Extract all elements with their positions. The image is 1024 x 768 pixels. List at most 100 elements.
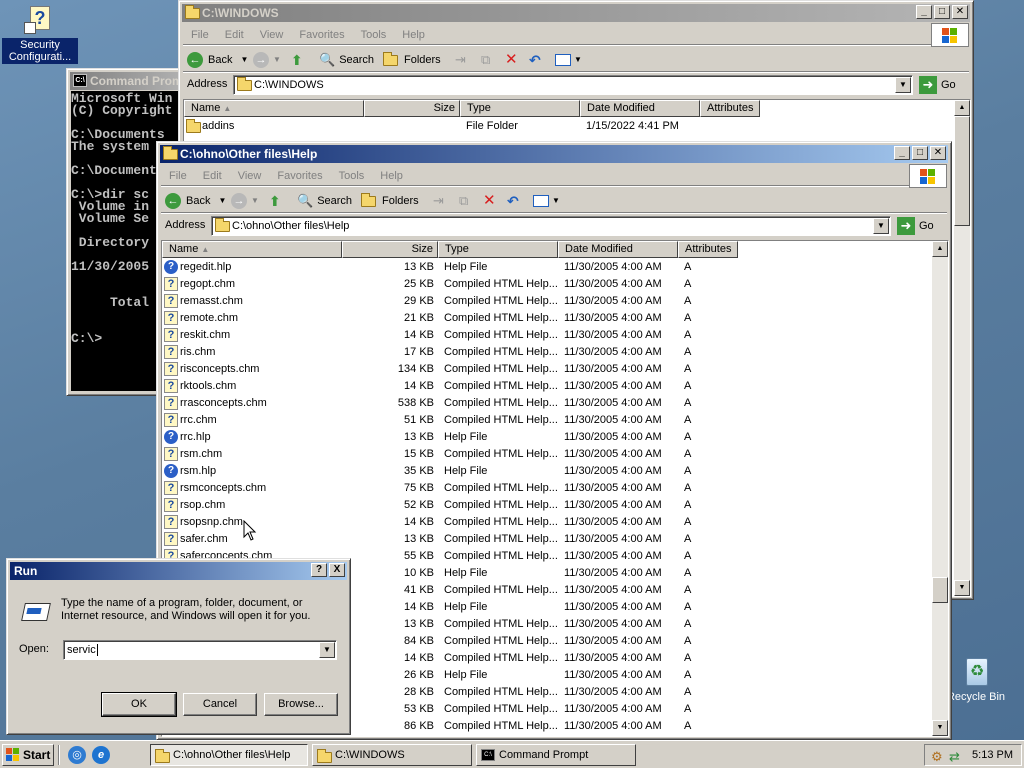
back-button[interactable]: ← Back ▼ xyxy=(187,51,248,69)
menu-item-favorites[interactable]: Favorites xyxy=(299,29,344,41)
title-bar[interactable]: C:\ Command Prompt xyxy=(70,72,192,90)
file-row[interactable]: ? rsopsnp.chm 14 KB Compiled HTML Help... 11… xyxy=(162,514,934,531)
chevron-down-icon[interactable]: ▼ xyxy=(319,642,335,658)
address-field[interactable]: C:\ohno\Other files\Help ▼ xyxy=(211,216,891,236)
file-row[interactable]: addins File Folder 1/15/2022 4:41 PM xyxy=(184,118,956,135)
column-header-attributes[interactable]: Attributes xyxy=(678,241,738,258)
file-row[interactable]: ? remote.chm 21 KB Compiled HTML Help... 11/… xyxy=(162,310,934,327)
address-field[interactable]: C:\WINDOWS ▼ xyxy=(233,75,913,95)
chevron-down-icon[interactable]: ▼ xyxy=(895,77,911,93)
maximize-button[interactable]: □ xyxy=(934,5,950,19)
file-row[interactable]: ? rrc.chm 51 KB Compiled HTML Help... 11/30/… xyxy=(162,412,934,429)
desktop-icon-security-config[interactable]: ? ↗ Security Configurati... xyxy=(2,4,78,64)
open-input[interactable]: servic xyxy=(67,644,96,656)
go-button[interactable]: ➜ Go xyxy=(897,217,934,235)
task-button-command-prompt[interactable]: C:\ Command Prompt xyxy=(476,744,636,766)
ok-button[interactable]: OK xyxy=(101,692,177,717)
column-header-size[interactable]: Size xyxy=(342,241,438,258)
title-bar[interactable]: C:\ohno\Other files\Help _ □ ✕ xyxy=(160,145,948,163)
views-button[interactable]: ▼ xyxy=(533,192,560,210)
go-button[interactable]: ➜ Go xyxy=(919,76,956,94)
vertical-scrollbar[interactable]: ▲ ▼ xyxy=(932,241,948,736)
up-folder-button[interactable]: ⬆ xyxy=(269,192,281,210)
security-tray-icon[interactable]: ⚙ xyxy=(931,747,943,767)
chevron-down-icon[interactable]: ▼ xyxy=(251,192,259,210)
file-row[interactable]: ? regopt.chm 25 KB Compiled HTML Help... 11/… xyxy=(162,276,934,293)
scroll-down-button[interactable]: ▼ xyxy=(954,580,970,596)
menu-item-view[interactable]: View xyxy=(238,170,262,182)
menu-item-favorites[interactable]: Favorites xyxy=(277,170,322,182)
file-row[interactable]: ? rktools.chm 14 KB Compiled HTML Help... 11… xyxy=(162,378,934,395)
forward-button[interactable]: → ▼ xyxy=(231,192,259,210)
file-row[interactable]: ? ris.chm 17 KB Compiled HTML Help... 11/30/… xyxy=(162,344,934,361)
file-row[interactable]: ? safer.chm 13 KB Compiled HTML Help... 11/3… xyxy=(162,531,934,548)
close-button[interactable]: X xyxy=(329,563,345,577)
browse-button[interactable]: Browse... xyxy=(264,693,338,716)
menu-item-view[interactable]: View xyxy=(260,29,284,41)
folders-button[interactable]: Folders xyxy=(361,192,419,210)
file-row[interactable]: ? regedit.hlp 13 KB Help File 11/30/2005 4:0… xyxy=(162,259,934,276)
scroll-thumb[interactable] xyxy=(932,577,948,603)
vertical-scrollbar[interactable]: ▲ ▼ xyxy=(954,100,970,596)
menu-item-help[interactable]: Help xyxy=(380,170,403,182)
column-header-date[interactable]: Date Modified xyxy=(558,241,678,258)
search-button[interactable]: 🔍 Search xyxy=(319,51,374,69)
column-header-size[interactable]: Size xyxy=(364,100,460,117)
menu-item-tools[interactable]: Tools xyxy=(361,29,387,41)
file-row[interactable]: ? rsmconcepts.chm 75 KB Compiled HTML Help.… xyxy=(162,480,934,497)
chevron-down-icon[interactable]: ▼ xyxy=(273,51,281,69)
views-button[interactable]: ▼ xyxy=(555,51,582,69)
back-button[interactable]: ← Back ▼ xyxy=(165,192,226,210)
file-row[interactable]: ? rrc.hlp 13 KB Help File 11/30/2005 4:00 AM… xyxy=(162,429,934,446)
chevron-down-icon[interactable]: ▼ xyxy=(873,218,889,234)
minimize-button[interactable]: _ xyxy=(894,146,910,160)
column-header-type[interactable]: Type xyxy=(460,100,580,117)
clock[interactable]: 5:13 PM xyxy=(972,745,1013,765)
file-row[interactable]: ? rsm.hlp 35 KB Help File 11/30/2005 4:00 AM… xyxy=(162,463,934,480)
chevron-down-icon[interactable]: ▼ xyxy=(240,51,248,69)
scroll-up-button[interactable]: ▲ xyxy=(932,241,948,257)
file-row[interactable]: ? rrasconcepts.chm 538 KB Compiled HTML Hel… xyxy=(162,395,934,412)
delete-icon[interactable]: ✕ xyxy=(505,51,518,69)
file-row[interactable]: ? remasst.chm 29 KB Compiled HTML Help... 11… xyxy=(162,293,934,310)
file-row[interactable]: ? risconcepts.chm 134 KB Compiled HTML Help… xyxy=(162,361,934,378)
task-button-help-folder[interactable]: C:\ohno\Other files\Help xyxy=(150,744,308,766)
chevron-down-icon[interactable]: ▼ xyxy=(218,192,226,210)
scroll-up-button[interactable]: ▲ xyxy=(954,100,970,116)
file-row[interactable]: ? rsop.chm 52 KB Compiled HTML Help... 11/30… xyxy=(162,497,934,514)
column-header-date[interactable]: Date Modified xyxy=(580,100,700,117)
up-folder-button[interactable]: ⬆ xyxy=(291,51,303,69)
menu-item-edit[interactable]: Edit xyxy=(225,29,244,41)
menu-item-tools[interactable]: Tools xyxy=(339,170,365,182)
title-bar[interactable]: C:\WINDOWS _ □ ✕ xyxy=(182,4,970,22)
help-button[interactable]: ? xyxy=(311,563,327,577)
column-header-name[interactable]: Name ▲ xyxy=(162,241,342,258)
undo-icon[interactable]: ↶ xyxy=(507,192,519,210)
task-button-windows-folder[interactable]: C:\WINDOWS xyxy=(312,744,472,766)
delete-icon[interactable]: ✕ xyxy=(483,192,496,210)
internet-explorer-icon[interactable]: e xyxy=(92,746,110,764)
close-button[interactable]: ✕ xyxy=(930,146,946,160)
menu-item-file[interactable]: File xyxy=(169,170,187,182)
cancel-button[interactable]: Cancel xyxy=(183,693,257,716)
scroll-down-button[interactable]: ▼ xyxy=(932,720,948,736)
minimize-button[interactable]: _ xyxy=(916,5,932,19)
column-header-type[interactable]: Type xyxy=(438,241,558,258)
column-header-name[interactable]: Name ▲ xyxy=(184,100,364,117)
show-desktop-icon[interactable]: ◎ xyxy=(68,746,86,764)
open-combobox[interactable]: servic ▼ xyxy=(63,640,337,660)
copy-to-icon[interactable]: ⧉ xyxy=(459,192,468,210)
title-bar[interactable]: Run ? X xyxy=(10,562,347,580)
run-dialog[interactable]: Run ? X Type the name of a program, fold… xyxy=(6,558,351,735)
folders-button[interactable]: Folders xyxy=(383,51,441,69)
forward-button[interactable]: → ▼ xyxy=(253,51,281,69)
maximize-button[interactable]: □ xyxy=(912,146,928,160)
move-to-icon[interactable]: ⇥ xyxy=(433,192,444,210)
search-button[interactable]: 🔍 Search xyxy=(297,192,352,210)
undo-icon[interactable]: ↶ xyxy=(529,51,541,69)
move-to-icon[interactable]: ⇥ xyxy=(455,51,466,69)
copy-to-icon[interactable]: ⧉ xyxy=(481,51,490,69)
network-tray-icon[interactable]: ⇄ xyxy=(949,747,960,767)
file-row[interactable]: ? rsm.chm 15 KB Compiled HTML Help... 11/30/… xyxy=(162,446,934,463)
menu-item-file[interactable]: File xyxy=(191,29,209,41)
